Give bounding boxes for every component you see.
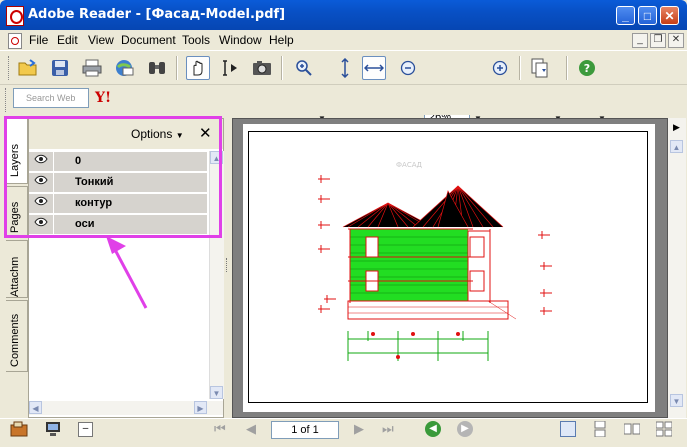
document-vertical-scrollbar[interactable]: ▶ ▲ ▼ bbox=[668, 118, 686, 418]
go-forward-icon[interactable]: ▶ bbox=[457, 421, 473, 437]
annotation-arrow-icon bbox=[106, 236, 148, 309]
menu-bar: File Edit View Document Tools Window Hel… bbox=[0, 30, 687, 50]
window-title: Adobe Reader - [Фасад-Model.pdf] bbox=[28, 7, 286, 22]
menu-file[interactable]: File bbox=[29, 33, 48, 47]
toolbar-grip[interactable] bbox=[5, 88, 9, 112]
annotation-highlight-box bbox=[4, 116, 222, 238]
select-tool-icon[interactable] bbox=[218, 56, 242, 80]
binoculars-icon[interactable] bbox=[145, 56, 169, 80]
minimize-button[interactable]: _ bbox=[616, 6, 635, 25]
menu-edit[interactable]: Edit bbox=[57, 33, 78, 47]
toolbar-separator bbox=[519, 56, 521, 80]
toolbar-separator bbox=[281, 56, 283, 80]
single-page-view-icon[interactable] bbox=[560, 421, 576, 437]
tab-attachments-label: Attachm bbox=[9, 256, 21, 297]
close-button[interactable]: ✕ bbox=[660, 6, 679, 25]
menu-document[interactable]: Document bbox=[121, 33, 176, 47]
zoom-in-icon[interactable] bbox=[292, 56, 316, 80]
yahoo-logo[interactable]: Y! bbox=[95, 90, 111, 106]
scroll-left-arrow-icon[interactable]: ◀ bbox=[29, 401, 42, 414]
menu-tools[interactable]: Tools bbox=[182, 33, 210, 47]
open-folder-icon[interactable] bbox=[16, 56, 40, 80]
print-icon[interactable] bbox=[80, 56, 104, 80]
tab-comments-label: Comments bbox=[9, 313, 21, 367]
svg-text:?: ? bbox=[584, 62, 590, 75]
save-icon[interactable] bbox=[48, 56, 72, 80]
menu-window[interactable]: Window bbox=[219, 33, 262, 47]
toolbar-separator bbox=[176, 56, 178, 80]
previous-page-icon[interactable]: ◀ bbox=[246, 421, 256, 437]
first-page-icon[interactable]: ⏮ bbox=[214, 421, 226, 437]
adobe-reader-icon bbox=[6, 6, 24, 26]
go-back-icon[interactable]: ◀ bbox=[425, 421, 441, 437]
hide-panel-icon[interactable]: – bbox=[78, 422, 93, 437]
last-page-icon[interactable]: ⏭ bbox=[382, 421, 394, 437]
continuous-view-icon[interactable] bbox=[592, 420, 608, 438]
scroll-down-arrow-icon[interactable]: ▼ bbox=[210, 386, 223, 399]
toolbar-separator bbox=[566, 56, 568, 80]
layers-horizontal-scrollbar[interactable]: ◀ ▶ bbox=[29, 401, 223, 415]
help-icon[interactable]: ? bbox=[575, 56, 599, 80]
doc-restore-button[interactable]: ❐ bbox=[650, 33, 666, 48]
page-number-input[interactable]: 1 of 1 bbox=[271, 421, 339, 439]
snapshot-icon[interactable] bbox=[250, 56, 274, 80]
doc-minimize-button[interactable]: _ bbox=[632, 33, 648, 48]
menu-view[interactable]: View bbox=[88, 33, 114, 47]
zoom-in-plus-icon[interactable] bbox=[488, 56, 512, 80]
scroll-right-arrow-icon[interactable]: ▶ bbox=[194, 401, 207, 414]
doc-scroll-down-arrow-icon[interactable]: ▼ bbox=[670, 394, 683, 407]
splitter-grip bbox=[226, 258, 230, 272]
hand-tool-icon[interactable] bbox=[186, 56, 210, 80]
title-bar: Adobe Reader - [Фасад-Model.pdf] _ □ ✕ bbox=[0, 0, 687, 30]
search-web-input[interactable]: Search Web bbox=[13, 88, 89, 108]
doc-close-button[interactable]: ✕ bbox=[668, 33, 684, 48]
tab-attachments[interactable]: Attachm bbox=[6, 240, 28, 298]
facade-drawing: ФАСАД bbox=[318, 161, 552, 361]
panel-expand-arrow-icon[interactable]: ▶ bbox=[673, 122, 680, 133]
status-bar bbox=[0, 418, 687, 447]
tab-comments[interactable]: Comments bbox=[6, 300, 28, 372]
panel-splitter[interactable] bbox=[224, 118, 232, 418]
facing-view-icon[interactable] bbox=[623, 421, 641, 437]
drawing-title: ФАСАД bbox=[396, 161, 422, 169]
fit-width-icon[interactable] bbox=[362, 56, 386, 80]
doc-scroll-up-arrow-icon[interactable]: ▲ bbox=[670, 140, 683, 153]
zoom-out-icon[interactable] bbox=[396, 56, 420, 80]
continuous-facing-view-icon[interactable] bbox=[655, 421, 673, 437]
pages-menu-icon[interactable] bbox=[528, 56, 552, 80]
document-icon[interactable] bbox=[8, 33, 22, 49]
maximize-button[interactable]: □ bbox=[638, 6, 657, 25]
monitor-icon[interactable] bbox=[45, 421, 61, 437]
menu-help[interactable]: Help bbox=[269, 33, 294, 47]
next-page-icon[interactable]: ▶ bbox=[354, 421, 364, 437]
tools-icon[interactable] bbox=[10, 421, 28, 437]
toolbar-grip[interactable] bbox=[8, 56, 12, 80]
email-icon[interactable] bbox=[112, 56, 136, 80]
main-toolbar: ▼ 26% ▼ ▼ ? ▼ bbox=[0, 50, 687, 125]
fit-page-icon[interactable] bbox=[333, 56, 357, 80]
